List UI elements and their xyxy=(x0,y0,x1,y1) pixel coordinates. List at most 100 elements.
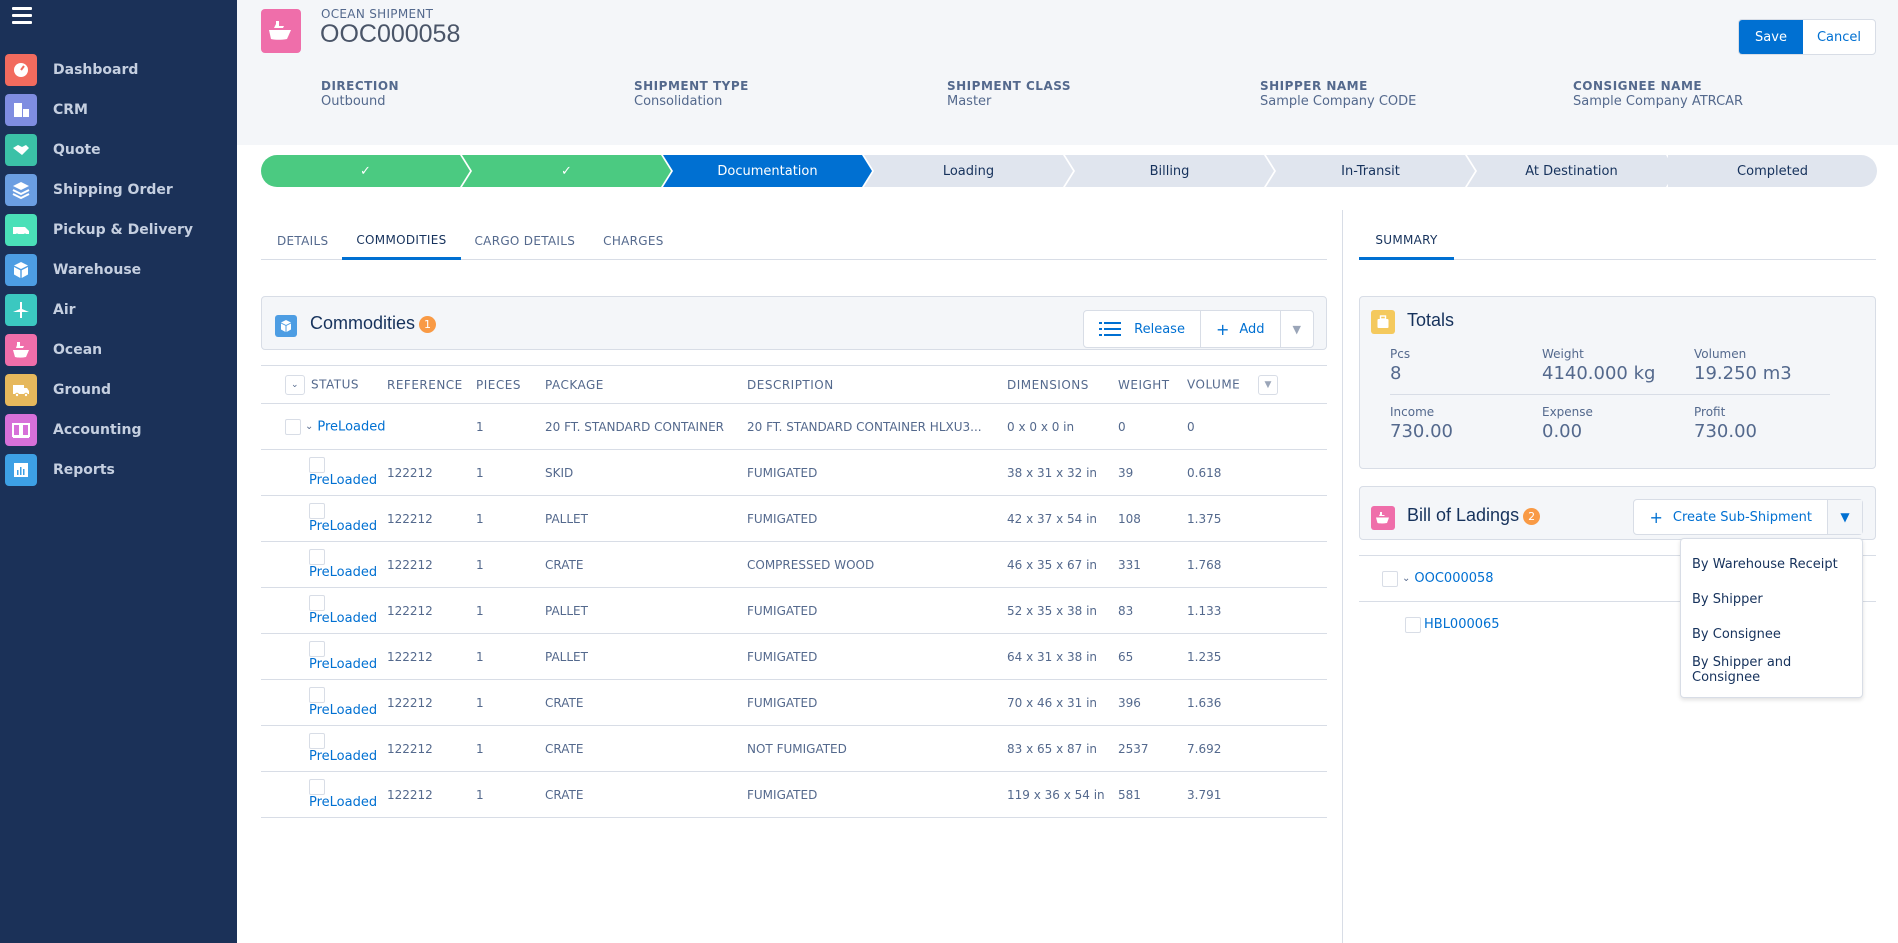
sidebar-item-dashboard[interactable]: Dashboard xyxy=(5,50,193,90)
sidebar-item-quote[interactable]: Quote xyxy=(5,130,193,170)
column-pieces[interactable]: PIECES xyxy=(476,365,545,404)
path-stage-documentation[interactable]: Documentation xyxy=(663,155,872,187)
status-link[interactable]: PreLoaded xyxy=(309,703,377,718)
tab-summary[interactable]: SUMMARY xyxy=(1359,222,1454,260)
row-checkbox[interactable] xyxy=(1405,616,1421,633)
field-consignee-name: CONSIGNEE NAME Sample Company ATRCAR xyxy=(1573,79,1886,109)
total-income: Income 730.00 xyxy=(1390,405,1542,442)
chevron-down-icon[interactable]: ⌄ xyxy=(1402,573,1410,584)
caret-down-icon: ▼ xyxy=(1292,322,1301,336)
more-actions-button[interactable]: ▼ xyxy=(1281,311,1313,347)
briefcase-icon xyxy=(1371,310,1395,334)
save-button[interactable]: Save xyxy=(1739,20,1803,54)
path-stage-complete-1[interactable]: ✓ xyxy=(261,155,470,187)
column-package[interactable]: PACKAGE xyxy=(545,365,747,404)
path-stage-complete-2[interactable]: ✓ xyxy=(462,155,671,187)
column-weight[interactable]: WEIGHT xyxy=(1118,365,1187,404)
field-label: DIRECTION xyxy=(321,79,400,93)
sidebar-item-reports[interactable]: Reports xyxy=(5,450,193,490)
row-checkbox[interactable] xyxy=(309,595,325,611)
weight-cell: 39 xyxy=(1118,449,1187,496)
column-dimensions[interactable]: DIMENSIONS xyxy=(1007,365,1118,404)
status-link[interactable]: PreLoaded xyxy=(309,795,377,810)
status-link[interactable]: PreLoaded xyxy=(309,473,377,488)
status-link[interactable]: PreLoaded xyxy=(309,749,377,764)
path-stage-loading[interactable]: Loading xyxy=(864,155,1073,187)
pieces-cell: 1 xyxy=(476,495,545,542)
dimensions-cell: 119 x 36 x 54 in xyxy=(1007,771,1118,818)
row-checkbox[interactable] xyxy=(309,457,325,473)
sidebar-item-ocean[interactable]: Ocean xyxy=(5,330,193,370)
menu-icon[interactable] xyxy=(12,7,32,24)
reference-cell: 122212 xyxy=(387,587,476,634)
field-label: SHIPMENT CLASS xyxy=(947,79,1071,93)
sidebar-item-pickup-delivery[interactable]: Pickup & Delivery xyxy=(5,210,193,250)
path-stage-completed[interactable]: Completed xyxy=(1668,155,1877,187)
sidebar-item-warehouse[interactable]: Warehouse xyxy=(5,250,193,290)
menu-item-by-shipper-and-consignee[interactable]: By Shipper and Consignee xyxy=(1681,652,1862,687)
total-label: Profit xyxy=(1694,405,1726,419)
tab-cargo-details[interactable]: CARGO DETAILS xyxy=(461,222,590,260)
bol-link[interactable]: HBL000065 xyxy=(1424,617,1500,632)
status-link[interactable]: PreLoaded xyxy=(309,657,377,672)
sidebar-item-shipping-order[interactable]: Shipping Order xyxy=(5,170,193,210)
menu-item-by-consignee[interactable]: By Consignee xyxy=(1681,617,1862,652)
total-value: 4140.000 kg xyxy=(1542,363,1656,384)
column-volume[interactable]: VOLUME ▼ xyxy=(1187,365,1327,404)
row-checkbox[interactable] xyxy=(1382,570,1398,587)
sidebar-item-label: Reports xyxy=(53,462,115,478)
sidebar-item-air[interactable]: Air xyxy=(5,290,193,330)
tab-details[interactable]: DETAILS xyxy=(261,222,342,260)
tab-charges[interactable]: CHARGES xyxy=(589,222,678,260)
column-description[interactable]: DESCRIPTION xyxy=(747,365,1007,404)
description-cell: 20 FT. STANDARD CONTAINER HLXU3... xyxy=(747,403,1007,450)
sidebar-item-accounting[interactable]: Accounting xyxy=(5,410,193,450)
status-link[interactable]: PreLoaded xyxy=(309,611,377,626)
row-checkbox[interactable] xyxy=(309,733,325,749)
bol-actions: + Create Sub-Shipment ▼ xyxy=(1633,499,1863,535)
path-stage-billing[interactable]: Billing xyxy=(1065,155,1274,187)
menu-item-by-warehouse-receipt[interactable]: By Warehouse Receipt xyxy=(1681,547,1862,582)
package-cell: PALLET xyxy=(545,495,747,542)
card-title-text: Bill of Ladings xyxy=(1407,505,1520,525)
commodities-actions: Release + Add ▼ xyxy=(1083,310,1314,348)
field-label: SHIPMENT TYPE xyxy=(634,79,749,93)
create-options-dropdown[interactable]: ▼ xyxy=(1828,500,1862,534)
expand-all-icon[interactable]: ⌄ xyxy=(285,374,305,395)
box-icon xyxy=(275,315,297,337)
status-link[interactable]: PreLoaded xyxy=(317,419,385,434)
panel-divider xyxy=(1342,210,1343,943)
object-type-label: OCEAN SHIPMENT xyxy=(321,7,434,21)
status-link[interactable]: PreLoaded xyxy=(309,565,377,580)
row-checkbox[interactable] xyxy=(309,549,325,565)
column-options-icon[interactable]: ▼ xyxy=(1258,374,1279,395)
path-stage-in-transit[interactable]: In-Transit xyxy=(1266,155,1475,187)
sidebar-item-ground[interactable]: Ground xyxy=(5,370,193,410)
row-checkbox[interactable] xyxy=(309,503,325,519)
status-link[interactable]: PreLoaded xyxy=(309,519,377,534)
weight-cell: 83 xyxy=(1118,587,1187,634)
status-cell: ⌄ PreLoaded xyxy=(261,403,387,450)
description-cell: COMPRESSED WOOD xyxy=(747,541,1007,588)
table-row: PreLoaded 122212 1 CRATE FUMIGATED 119 x 36 x… xyxy=(261,771,1327,818)
row-checkbox[interactable] xyxy=(309,687,325,703)
path-stage-at-destination[interactable]: At Destination xyxy=(1467,155,1676,187)
volume-cell: 3.791 xyxy=(1187,771,1327,818)
column-reference[interactable]: REFERENCE xyxy=(387,365,476,404)
sidebar-item-crm[interactable]: CRM xyxy=(5,90,193,130)
cancel-button[interactable]: Cancel xyxy=(1803,20,1875,54)
commodities-title: Commodities 1 xyxy=(310,313,437,334)
chevron-down-icon[interactable]: ⌄ xyxy=(305,421,313,432)
bol-link[interactable]: OOC000058 xyxy=(1414,571,1493,586)
add-button[interactable]: + Add xyxy=(1201,311,1281,347)
tab-commodities[interactable]: COMMODITIES xyxy=(342,222,461,260)
release-button[interactable]: Release xyxy=(1084,311,1201,347)
row-checkbox[interactable] xyxy=(309,779,325,795)
row-checkbox[interactable] xyxy=(309,641,325,657)
volume-cell: 1.133 xyxy=(1187,587,1327,634)
menu-item-by-shipper[interactable]: By Shipper xyxy=(1681,582,1862,617)
create-sub-shipment-button[interactable]: + Create Sub-Shipment xyxy=(1634,500,1828,534)
record-header: OCEAN SHIPMENT OOC000058 Save Cancel DIR… xyxy=(237,0,1898,145)
row-checkbox[interactable] xyxy=(285,418,301,435)
column-status[interactable]: ⌄ STATUS xyxy=(261,365,387,404)
